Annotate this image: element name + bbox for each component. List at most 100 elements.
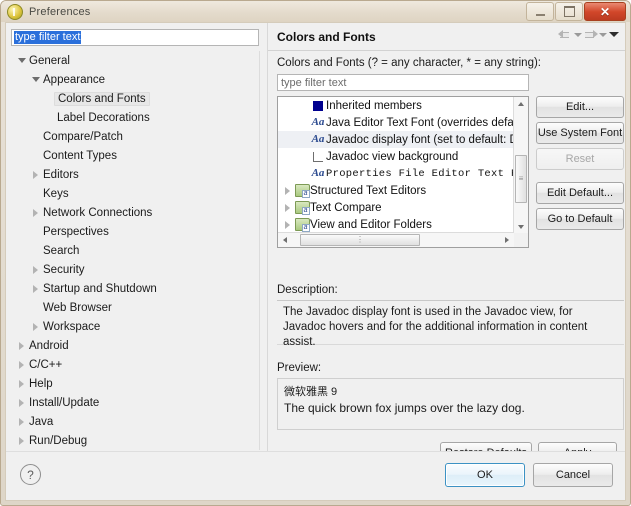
expand-arrow-icon[interactable] xyxy=(29,265,42,274)
page-toolbar xyxy=(558,28,619,41)
tree-item-network-connections[interactable]: Network Connections xyxy=(11,203,259,222)
dialog-footer: ? OK Cancel xyxy=(6,451,625,500)
preview-label: Preview: xyxy=(277,362,322,374)
use-system-font-button[interactable]: Use System Font xyxy=(536,122,624,144)
tree-item-compare-patch[interactable]: Compare/Patch xyxy=(11,127,259,146)
tree-item-general[interactable]: General xyxy=(11,51,259,70)
tree-item-help[interactable]: Help xyxy=(11,374,259,393)
back-chevron-down-icon[interactable] xyxy=(574,32,582,37)
maximize-button[interactable] xyxy=(555,2,583,21)
tree-item-install-update[interactable]: Install/Update xyxy=(11,393,259,412)
expand-arrow-icon[interactable] xyxy=(29,170,42,179)
reset-button: Reset xyxy=(536,148,624,170)
tree-item-label: Help xyxy=(29,377,53,390)
tree-item-editors[interactable]: Editors xyxy=(11,165,259,184)
tree-item-label: Colors and Fonts xyxy=(54,91,150,106)
scroll-right-button[interactable] xyxy=(500,233,514,246)
list-item[interactable]: Javadoc view background xyxy=(278,148,514,165)
tree-item-label-decorations[interactable]: Label Decorations xyxy=(11,108,259,127)
font-aa-icon: Aa xyxy=(311,133,325,145)
tree-item-workspace[interactable]: Workspace xyxy=(11,317,259,336)
forward-arrow-icon[interactable] xyxy=(584,28,598,41)
tree-item-appearance[interactable]: Appearance xyxy=(11,70,259,89)
expand-arrow-icon[interactable] xyxy=(15,341,28,350)
preference-tree[interactable]: General Appearance Colors and Fonts Label D… xyxy=(11,51,260,450)
list-item[interactable]: AaProperties File Editor Text Font xyxy=(278,165,514,182)
tree-item-security[interactable]: Security xyxy=(11,260,259,279)
tree-item-label: Editors xyxy=(43,168,79,181)
tree-item-search[interactable]: Search xyxy=(11,241,259,260)
title-bar: Preferences ✕ xyxy=(1,1,630,22)
expand-arrow-icon[interactable] xyxy=(15,398,28,407)
tree-item-web-browser[interactable]: Web Browser xyxy=(11,298,259,317)
back-arrow-icon[interactable] xyxy=(558,28,572,41)
tree-filter-value: type filter text xyxy=(14,31,82,44)
filter-label: Colors and Fonts (? = any character, * =… xyxy=(277,57,541,69)
expand-arrow-icon[interactable] xyxy=(15,417,28,426)
collapse-arrow-icon[interactable] xyxy=(29,77,42,82)
tree-item-label: Compare/Patch xyxy=(43,130,123,143)
page-filter-input[interactable]: type filter text xyxy=(277,74,529,91)
list-item-label: View and Editor Folders xyxy=(310,218,432,231)
edit-button[interactable]: Edit... xyxy=(536,96,624,118)
scroll-up-button[interactable] xyxy=(514,97,528,110)
ok-button[interactable]: OK xyxy=(445,463,525,487)
tree-item-keys[interactable]: Keys xyxy=(11,184,259,203)
folder-category-icon xyxy=(294,218,310,232)
window-controls: ✕ xyxy=(526,2,626,21)
list-horizontal-scrollbar[interactable]: ⋮ xyxy=(278,232,514,247)
list-item[interactable]: Text Compare xyxy=(278,199,514,216)
tree-item-label: Security xyxy=(43,263,85,276)
list-item[interactable]: Aa Javadoc display font (set to default: … xyxy=(278,131,514,148)
scroll-left-button[interactable] xyxy=(278,233,292,246)
colors-fonts-list[interactable]: Inherited members Aa Java Editor Text Font… xyxy=(277,96,529,248)
expand-arrow-icon[interactable] xyxy=(15,360,28,369)
arrow-up-icon xyxy=(518,101,524,106)
tree-item-colors-and-fonts[interactable]: Colors and Fonts xyxy=(11,89,259,108)
tree-item-startup-and-shutdown[interactable]: Startup and Shutdown xyxy=(11,279,259,298)
close-icon: ✕ xyxy=(599,4,611,19)
color-swatch-blue-icon xyxy=(310,100,326,111)
window-title: Preferences xyxy=(29,5,91,18)
list-item[interactable]: Aa Java Editor Text Font (overrides defau xyxy=(278,114,514,131)
tree-item-content-types[interactable]: Content Types xyxy=(11,146,259,165)
forward-chevron-down-icon[interactable] xyxy=(599,32,607,37)
expand-arrow-icon[interactable] xyxy=(29,284,42,293)
horizontal-scroll-thumb[interactable]: ⋮ xyxy=(300,234,420,246)
close-button[interactable]: ✕ xyxy=(584,2,626,21)
vertical-scroll-thumb[interactable]: ≡ xyxy=(515,155,527,203)
list-item-label: Properties File Editor Text Font xyxy=(326,167,514,180)
preferences-window: Preferences ✕ type filter text General Ap… xyxy=(0,0,631,506)
expand-arrow-icon[interactable] xyxy=(15,436,28,445)
color-swatch-white-icon xyxy=(310,151,326,162)
list-item[interactable]: Inherited members xyxy=(278,97,514,114)
colors-and-fonts-page: Colors and Fonts Colors and Fonts (? = a… xyxy=(267,23,625,464)
collapse-arrow-icon[interactable] xyxy=(15,58,28,63)
preview-box: 微软雅黑 9 The quick brown fox jumps over th… xyxy=(277,378,624,430)
minimize-icon xyxy=(535,13,545,16)
tree-item-run-debug[interactable]: Run/Debug xyxy=(11,431,259,450)
list-item[interactable]: Structured Text Editors xyxy=(278,182,514,199)
font-aa-icon: Aa xyxy=(311,116,325,128)
edit-default-button[interactable]: Edit Default... xyxy=(536,182,624,204)
tree-item-android[interactable]: Android xyxy=(11,336,259,355)
expand-arrow-icon[interactable] xyxy=(29,322,42,331)
cancel-button[interactable]: Cancel xyxy=(533,463,613,487)
list-vertical-scrollbar[interactable]: ≡ xyxy=(513,97,528,233)
expand-arrow-icon[interactable] xyxy=(280,220,294,229)
scroll-down-button[interactable] xyxy=(514,220,528,233)
tree-item-label: Search xyxy=(43,244,80,257)
minimize-button[interactable] xyxy=(526,2,554,21)
tree-item-c-c[interactable]: C/C++ xyxy=(11,355,259,374)
list-item[interactable]: View and Editor Folders xyxy=(278,216,514,233)
tree-item-perspectives[interactable]: Perspectives xyxy=(11,222,259,241)
go-to-default-button[interactable]: Go to Default xyxy=(536,208,624,230)
expand-arrow-icon[interactable] xyxy=(29,208,42,217)
tree-filter-input[interactable]: type filter text xyxy=(11,29,259,46)
expand-arrow-icon[interactable] xyxy=(280,186,294,195)
help-icon[interactable]: ? xyxy=(20,464,41,485)
view-menu-icon[interactable] xyxy=(609,32,619,37)
expand-arrow-icon[interactable] xyxy=(280,203,294,212)
expand-arrow-icon[interactable] xyxy=(15,379,28,388)
tree-item-java[interactable]: Java xyxy=(11,412,259,431)
